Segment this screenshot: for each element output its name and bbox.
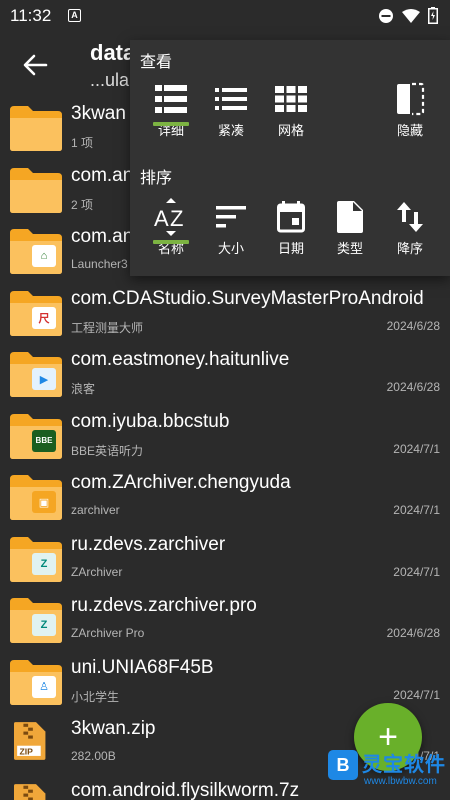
view-option-compact[interactable]: 紧凑 — [204, 80, 258, 139]
sort-option-label: 降序 — [396, 241, 423, 256]
file-name: com.an — [71, 226, 134, 247]
file-subtitle: 浪客 — [71, 382, 96, 396]
file-list-row[interactable]: ▶ com.eastmoney.haitunlive 浪客 2024/6/28 — [0, 342, 450, 404]
file-subtitle: zarchiver — [71, 503, 120, 517]
selected-indicator — [153, 122, 189, 126]
zip-file-icon: ZIP — [14, 722, 46, 760]
app-badge-icon: ▶ — [32, 368, 56, 390]
file-name: com.an — [71, 164, 134, 186]
file-date: 2024/7/1 — [393, 687, 440, 702]
file-date: 2024/6/28 — [386, 626, 440, 640]
app-badge-icon: ▣ — [32, 491, 56, 513]
file-name: com.CDAStudio.SurveyMasterProAndroid — [71, 287, 424, 309]
selected-indicator — [153, 240, 189, 244]
app-badge-icon: 尺 — [32, 306, 56, 329]
file-subtitle: 2 项 — [71, 197, 94, 212]
sort-option-order[interactable]: 降序 — [383, 198, 437, 257]
path-subtitle: ...ula — [90, 70, 130, 90]
watermark-url: www.lbwbw.com — [364, 776, 437, 787]
file-date: 2024/7/1 — [393, 564, 440, 579]
dnd-icon — [379, 8, 393, 23]
back-arrow-icon[interactable] — [20, 50, 50, 80]
app-badge-icon: Z — [32, 552, 56, 575]
view-sort-menu: 查看 详细 紧凑 网格 隐藏 排序 AZ 名称 大小 日期 类型 降序 — [130, 40, 450, 276]
file-subtitle: ZArchiver Pro — [71, 626, 145, 640]
app-badge-icon: ♙ — [32, 675, 56, 698]
status-time: 11:32 — [10, 6, 52, 25]
sort-az-icon: AZ — [154, 198, 183, 236]
watermark-logo: B 灵宝软件 www.lbwbw.com — [328, 748, 450, 800]
file-name: ru.zdevs.zarchiver — [71, 533, 226, 555]
file-date: 2024/6/28 — [386, 380, 440, 394]
notification-a-icon: A — [68, 9, 81, 22]
file-subtitle: BBE英语听力 — [71, 443, 144, 458]
view-option-label: 紧凑 — [217, 123, 244, 138]
view-option-label: 网格 — [277, 123, 304, 138]
folder-icon — [10, 167, 62, 213]
file-subtitle: 工程测量大师 — [71, 320, 144, 335]
list-compact-icon — [215, 88, 247, 110]
watermark-text: 灵宝软件 — [362, 754, 446, 776]
file-list-row[interactable]: ♙ uni.UNIA68F45B 小北学生 2024/7/1 — [0, 650, 450, 712]
file-list-row[interactable]: 尺 com.CDAStudio.SurveyMasterProAndroid 工程测… — [0, 281, 450, 343]
folder-icon — [10, 106, 62, 151]
hidden-files-icon — [397, 82, 425, 116]
file-name: com.iyuba.bbcstub — [71, 410, 230, 432]
file-name: uni.UNIA68F45B — [71, 656, 214, 678]
file-name: 3kwan — [71, 103, 126, 124]
list-detail-icon — [155, 85, 187, 113]
file-name: ru.zdevs.zarchiver.pro — [71, 595, 257, 616]
file-name: 3kwan.zip — [71, 718, 156, 739]
file-name: com.android.flysilkworm.7z — [71, 779, 300, 800]
sort-option-label: 日期 — [277, 241, 304, 256]
app-badge-icon: Z — [32, 614, 56, 636]
file-date: 2024/6/28 — [386, 318, 440, 333]
svg-text:A: A — [154, 206, 169, 231]
file-type-icon — [337, 201, 363, 233]
path-title: data — [90, 40, 136, 65]
file-date: 2024/7/1 — [393, 441, 440, 456]
sort-option-label: 大小 — [217, 241, 244, 256]
sort-option-date[interactable]: 日期 — [264, 198, 318, 257]
view-option-grid[interactable]: 网格 — [264, 80, 318, 139]
zip-file-icon: ZIP — [14, 783, 46, 800]
sort-option-size[interactable]: 大小 — [204, 198, 258, 257]
file-name: com.eastmoney.haitunlive — [71, 349, 290, 370]
sort-option-type[interactable]: 类型 — [323, 198, 377, 257]
file-list-row[interactable]: BBE com.iyuba.bbcstub BBE英语听力 2024/7/1 — [0, 404, 450, 466]
file-subtitle: 1 项 — [71, 136, 94, 150]
file-date: 2024/7/1 — [393, 503, 440, 517]
wifi-icon — [402, 8, 420, 23]
view-option-label: 隐藏 — [396, 123, 423, 138]
calendar-icon — [277, 201, 305, 233]
sort-option-name[interactable]: AZ 名称 — [144, 198, 198, 257]
sort-size-icon — [216, 206, 246, 228]
view-section-title: 查看 — [140, 54, 173, 71]
app-badge-icon: BBE — [32, 429, 56, 452]
sort-option-label: 类型 — [336, 241, 363, 256]
file-subtitle: 282.00B — [71, 749, 116, 763]
file-list-row[interactable]: ▣ com.ZArchiver.chengyuda zarchiver 2024/7/… — [0, 465, 450, 527]
file-list-row[interactable]: Zru.zdevs.zarchiver.pro ZArchiver Pro 2024… — [0, 588, 450, 650]
svg-text:Z: Z — [170, 206, 183, 231]
sort-order-icon — [397, 202, 423, 232]
view-option-detail[interactable]: 详细 — [144, 80, 198, 139]
status-bar: 11:32 A — [0, 0, 450, 32]
file-list-row[interactable]: Zru.zdevs.zarchiver ZArchiver 2024/7/1 — [0, 527, 450, 589]
watermark-icon: B — [328, 750, 358, 780]
file-name: com.ZArchiver.chengyuda — [71, 472, 291, 493]
grid-icon — [275, 86, 307, 112]
svg-text:ZIP: ZIP — [20, 746, 34, 756]
file-subtitle: Launcher3 — [71, 257, 128, 271]
sort-section-title: 排序 — [140, 170, 173, 187]
battery-icon — [428, 7, 438, 24]
file-subtitle: ZArchiver — [71, 564, 123, 579]
view-option-hidden[interactable]: 隐藏 — [383, 80, 437, 139]
file-subtitle: 小北学生 — [71, 689, 120, 704]
app-badge-icon: ⌂ — [32, 245, 56, 267]
